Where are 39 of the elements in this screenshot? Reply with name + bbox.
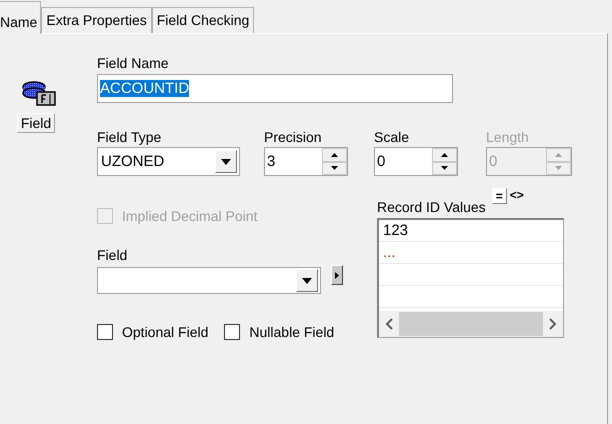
- field-name-label: Field Name: [97, 54, 170, 72]
- checkbox-label: Nullable Field: [249, 324, 334, 340]
- record-id-label: Record ID Values: [377, 198, 486, 216]
- scroll-right-icon: [549, 318, 557, 330]
- horizontal-scrollbar[interactable]: [379, 311, 563, 337]
- spinner-field[interactable]: 0: [374, 147, 458, 176]
- list-item[interactable]: 123: [379, 220, 563, 242]
- field-name-input[interactable]: ACCOUNTID: [97, 74, 453, 103]
- field-label: Field: [97, 246, 128, 264]
- list-item[interactable]: ...: [379, 242, 563, 264]
- dropdown-arrow-icon: [302, 278, 312, 284]
- dropdown-arrow-icon: [221, 158, 231, 164]
- operator-button[interactable]: <>: [506, 188, 527, 204]
- spinner-label: Scale: [374, 128, 410, 146]
- checkbox-label: Optional Field: [122, 324, 208, 340]
- right-arrow-icon: [335, 272, 339, 278]
- spinner-label: Precision: [264, 128, 323, 146]
- scroll-left-icon: [385, 318, 393, 330]
- tab[interactable]: Field Checking: [152, 7, 254, 33]
- operator-button[interactable]: =: [492, 188, 507, 204]
- expand-button[interactable]: [331, 265, 343, 285]
- down-arrow-icon: [555, 166, 562, 170]
- field-type-dropdown[interactable]: UZONED: [97, 147, 240, 176]
- spinner-label: Length: [486, 128, 530, 146]
- database-field-icon: [22, 79, 56, 107]
- up-arrow-icon: [441, 152, 448, 157]
- field-type-label: Field Type: [97, 128, 162, 146]
- checkbox[interactable]: [97, 324, 113, 340]
- down-arrow-icon: [331, 166, 338, 170]
- up-arrow-icon: [331, 152, 338, 157]
- checkbox[interactable]: [224, 324, 240, 340]
- checkbox-label: Implied Decimal Point: [122, 208, 258, 224]
- up-arrow-icon: [555, 152, 562, 157]
- down-arrow-icon: [441, 166, 448, 170]
- tab[interactable]: Extra Properties: [41, 7, 152, 33]
- field-dropdown[interactable]: [97, 267, 321, 294]
- spinner-field[interactable]: 3: [264, 147, 348, 176]
- object-label: Field: [16, 113, 56, 133]
- tab[interactable]: Name: [0, 1, 42, 34]
